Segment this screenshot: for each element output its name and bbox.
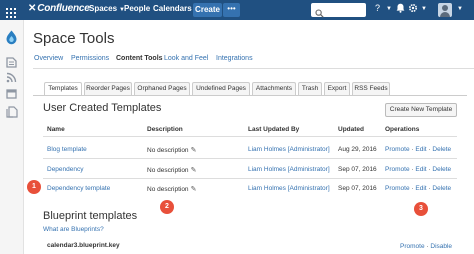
nav-people[interactable]: People [124,4,150,13]
user-chevron-down-icon[interactable]: ▼ [457,6,463,12]
space-logo-icon[interactable] [5,30,18,48]
subnav-integrations[interactable]: Integrations [216,55,253,62]
shortcut-pages-icon[interactable] [6,106,18,121]
blueprint-key: calendar3.blueprint.key [47,242,120,249]
gear-icon[interactable] [408,3,418,15]
search-icon [315,5,324,23]
template-description[interactable]: No description ✎ [147,185,196,193]
tabs-divider [33,95,467,96]
top-navigation-bar: ✕Confluence Spaces ▼ People Calendars Cre… [0,0,474,20]
create-new-template-button[interactable]: Create New Template [385,103,457,117]
page-title: Space Tools [33,30,115,47]
nav-calendars[interactable]: Calendars [153,4,192,13]
app-switcher-icon[interactable] [6,5,16,18]
create-button[interactable]: Create [193,3,222,17]
tab-attachments[interactable]: Attachments [252,82,296,95]
template-description[interactable]: No description ✎ [147,166,196,174]
template-updated-by-link[interactable]: Liam Holmes [Administrator] [248,185,330,192]
template-name-link[interactable]: Blog template [47,146,87,153]
pencil-icon[interactable]: ✎ [191,167,197,174]
help-chevron-down-icon[interactable]: ▼ [386,6,392,12]
column-header-updated: Updated [338,126,364,133]
promote-link[interactable]: Promote [385,185,410,192]
edit-link[interactable]: Edit [415,146,426,153]
callout-marker-3: 3 [414,202,428,216]
disable-link[interactable]: Disable [430,243,452,250]
what-are-blueprints-link[interactable]: What are Blueprints? [43,226,104,233]
delete-link[interactable]: Delete [432,166,451,173]
settings-chevron-down-icon[interactable]: ▼ [421,6,427,12]
tab-undefined-pages[interactable]: Undefined Pages [192,82,250,95]
promote-link[interactable]: Promote [400,243,425,250]
promote-link[interactable]: Promote [385,146,410,153]
tab-templates[interactable]: Templates [44,82,82,96]
edit-link[interactable]: Edit [415,166,426,173]
template-name-link[interactable]: Dependency template [47,185,110,192]
subnav-overview[interactable]: Overview [34,55,63,62]
tab-reorder-pages[interactable]: Reorder Pages [84,82,132,95]
pencil-icon[interactable]: ✎ [191,186,197,193]
template-operations: Promote · Edit · Delete [385,185,452,192]
tab-rss-feeds[interactable]: RSS Feeds [352,82,390,95]
template-operations: Promote · Edit · Delete [385,166,452,173]
pages-icon[interactable] [6,57,17,71]
confluence-logo[interactable]: ✕Confluence [28,3,90,14]
promote-link[interactable]: Promote [385,166,410,173]
nav-spaces[interactable]: Spaces ▼ [89,4,125,13]
rss-icon[interactable] [6,72,17,86]
header-divider [33,68,474,69]
table-header-divider [43,136,457,137]
column-header-operations: Operations [385,126,420,133]
template-description[interactable]: No description ✎ [147,146,196,154]
template-updated-date: Sep 07, 2016 [338,185,377,192]
search-input[interactable] [311,3,366,18]
template-operations: Promote · Edit · Delete [385,146,452,153]
avatar-head [442,5,448,11]
pencil-icon[interactable]: ✎ [191,147,197,154]
bell-icon[interactable] [396,3,405,15]
avatar-body [440,12,450,17]
template-updated-date: Sep 07, 2016 [338,166,377,173]
help-icon[interactable]: ? [375,3,380,13]
confluence-x-icon: ✕ [28,3,37,14]
callout-marker-1: 1 [27,180,41,194]
callout-marker-2: 2 [160,200,174,214]
calendar-icon[interactable] [6,88,17,102]
template-updated-by-link[interactable]: Liam Holmes [Administrator] [248,166,330,173]
blueprint-operations: Promote · Disable [400,243,453,250]
user-templates-title: User Created Templates [43,102,162,114]
template-name-link[interactable]: Dependency [47,166,84,173]
tab-export[interactable]: Export [324,82,350,95]
more-create-button[interactable]: ••• [223,3,240,17]
user-avatar[interactable] [438,3,452,17]
table-row-divider [43,178,457,179]
table-row-divider [43,158,457,159]
column-header-last-updated-by: Last Updated By [248,126,300,133]
edit-link[interactable]: Edit [415,185,426,192]
column-header-description: Description [147,126,183,133]
space-sidebar [0,20,24,254]
subnav-content-tools[interactable]: Content Tools [116,55,163,62]
column-header-name: Name [47,126,65,133]
tab-orphaned-pages[interactable]: Orphaned Pages [134,82,190,95]
blueprint-templates-title: Blueprint templates [43,210,138,222]
subnav-permissions[interactable]: Permissions [71,55,109,62]
template-updated-date: Aug 29, 2016 [338,146,377,153]
template-updated-by-link[interactable]: Liam Holmes [Administrator] [248,146,330,153]
tab-trash[interactable]: Trash [298,82,322,95]
delete-link[interactable]: Delete [432,146,451,153]
subnav-look-and-feel[interactable]: Look and Feel [164,55,208,62]
delete-link[interactable]: Delete [432,185,451,192]
